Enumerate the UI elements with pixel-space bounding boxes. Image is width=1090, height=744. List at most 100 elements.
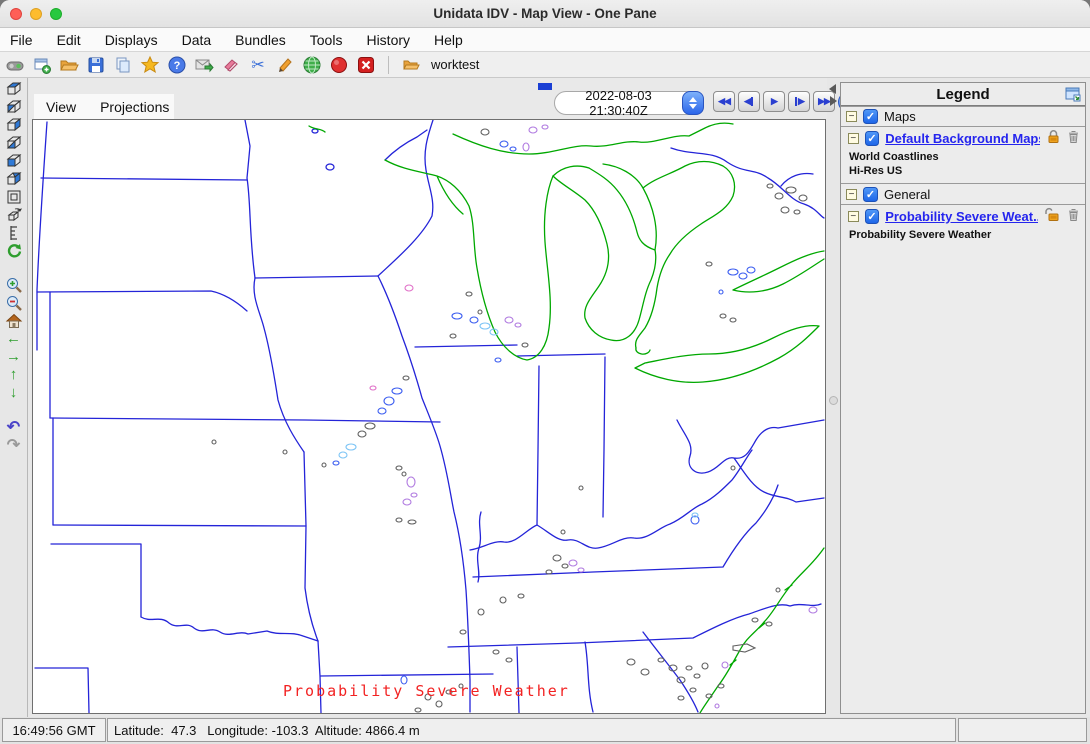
pan-left-icon[interactable]: ←: [4, 330, 24, 348]
pan-down-icon[interactable]: ↓: [4, 384, 24, 402]
menu-help[interactable]: Help: [434, 32, 463, 48]
collapse-maps-icon[interactable]: −: [846, 111, 857, 122]
map-canvas[interactable]: [33, 120, 825, 713]
save-icon[interactable]: [85, 54, 107, 76]
time-value: 2022-08-03 21:30:40Z: [555, 88, 682, 118]
layer-visibility-checkbox[interactable]: ✓: [865, 209, 880, 224]
app-window: Unidata IDV - Map View - One Pane File E…: [0, 0, 1090, 744]
collapse-right-icon[interactable]: [830, 96, 837, 106]
menu-bundles[interactable]: Bundles: [235, 32, 286, 48]
layer-visibility-checkbox[interactable]: ✓: [865, 131, 880, 146]
collapse-layer-icon[interactable]: −: [848, 133, 859, 144]
time-step-up-icon[interactable]: [689, 97, 697, 102]
delete-layer-icon[interactable]: [1067, 207, 1080, 227]
toolbar-separator: [388, 56, 389, 74]
undo-icon[interactable]: ↶: [4, 418, 24, 436]
window-title: Unidata IDV - Map View - One Pane: [0, 6, 1090, 21]
menu-bar: File Edit Displays Data Bundles Tools Hi…: [0, 28, 1090, 52]
play-button[interactable]: ▶: [763, 91, 785, 112]
cut-icon[interactable]: ✂: [247, 54, 269, 76]
sub-layer-label: Hi-Res US: [841, 164, 1085, 178]
maps-visibility-checkbox[interactable]: ✓: [863, 109, 878, 124]
menu-view[interactable]: View: [46, 99, 76, 115]
divider-handle[interactable]: [829, 396, 838, 405]
layer-link[interactable]: Default Background Maps: [885, 131, 1040, 146]
split-pane-divider[interactable]: [827, 78, 840, 717]
parallel-view-icon[interactable]: [4, 188, 24, 206]
pan-up-icon[interactable]: ↑: [4, 366, 24, 384]
display-label: Probability Severe Weather: [283, 682, 570, 700]
support-mail-icon[interactable]: [193, 54, 215, 76]
delete-layer-icon[interactable]: [1067, 129, 1080, 149]
step-back-button[interactable]: ◀: [738, 91, 760, 112]
map-view-menubar: View Projections: [34, 94, 174, 119]
eraser-icon[interactable]: [220, 54, 242, 76]
bundle-name-label[interactable]: worktest: [431, 57, 479, 72]
cube-front-icon[interactable]: [4, 152, 24, 170]
cube-left-icon[interactable]: [4, 98, 24, 116]
sub-layer-label: World Coastlines: [841, 150, 1085, 164]
collapse-general-icon[interactable]: −: [846, 189, 857, 200]
collapse-layer-icon[interactable]: −: [848, 211, 859, 222]
legend-title: Legend: [841, 83, 1085, 103]
menu-data[interactable]: Data: [182, 32, 212, 48]
map-view[interactable]: Probability Severe Weather: [32, 119, 826, 714]
cube-bottom-icon[interactable]: [4, 134, 24, 152]
cube-back-icon[interactable]: [4, 170, 24, 188]
collapse-left-icon[interactable]: [829, 84, 836, 94]
pan-right-icon[interactable]: →: [4, 348, 24, 366]
memory-readout: [958, 718, 1087, 742]
copy-icon[interactable]: [112, 54, 134, 76]
lock-open-icon[interactable]: [1044, 207, 1061, 227]
dashboard-icon[interactable]: [4, 54, 26, 76]
lock-closed-icon[interactable]: [1046, 129, 1061, 149]
menu-projections[interactable]: Projections: [100, 99, 169, 115]
legend-category-general: − ✓ General: [841, 184, 1085, 205]
status-bar: 16:49:56 GMT Latitude: 47.3 Longitude: -…: [0, 717, 1090, 744]
time-step-down-icon[interactable]: [689, 104, 697, 109]
time-stepper[interactable]: [682, 91, 704, 115]
sub-layer-label: Probability Severe Weather: [841, 228, 1085, 242]
layer-row-probability-severe-weather: − ✓ Probability Severe Weat...: [841, 205, 1085, 228]
time-field[interactable]: 2022-08-03 21:30:40Z: [554, 91, 704, 115]
main-toolbar: ? ✂ worktest: [0, 52, 1090, 78]
legend-header: Legend: [841, 83, 1085, 106]
step-forward-button[interactable]: ▶: [788, 91, 810, 112]
menu-edit[interactable]: Edit: [57, 32, 81, 48]
exit-icon[interactable]: [355, 54, 377, 76]
menu-displays[interactable]: Displays: [105, 32, 158, 48]
animation-timeline-indicator[interactable]: [538, 83, 552, 90]
cube-right-icon[interactable]: [4, 116, 24, 134]
layer-link[interactable]: Probability Severe Weat...: [885, 209, 1038, 224]
float-legend-icon[interactable]: [1065, 86, 1081, 107]
favorites-star-icon[interactable]: [139, 54, 161, 76]
legend-category-maps: − ✓ Maps: [841, 106, 1085, 127]
help-icon[interactable]: ?: [166, 54, 188, 76]
open-bundle-icon[interactable]: [58, 54, 80, 76]
rewind-button[interactable]: ◀◀: [713, 91, 735, 112]
edit-pencil-icon[interactable]: [274, 54, 296, 76]
rotate-view-icon[interactable]: [4, 206, 24, 224]
auto-rotate-icon[interactable]: [4, 242, 24, 260]
bundle-folder-icon[interactable]: [400, 54, 422, 76]
layer-row-default-background-maps: − ✓ Default Background Maps: [841, 127, 1085, 150]
map-panel-header: View Projections 2022-08-03 21:30:40Z ◀◀…: [29, 78, 827, 119]
globe-icon[interactable]: [301, 54, 323, 76]
stop-loads-icon[interactable]: [328, 54, 350, 76]
legend-panel: Legend − ✓ Maps − ✓ Default Background M…: [840, 82, 1086, 714]
redo-icon[interactable]: ↷: [4, 436, 24, 454]
menu-tools[interactable]: Tools: [310, 32, 343, 48]
new-window-icon[interactable]: [31, 54, 53, 76]
scale-ruler-icon[interactable]: [4, 224, 24, 242]
cube-top-icon[interactable]: [4, 80, 24, 98]
clock-readout: 16:49:56 GMT: [2, 718, 106, 742]
content-area: ← → ↑ ↓ ↶ ↷ View Projections 2022-08-03 …: [0, 78, 1090, 717]
title-bar: Unidata IDV - Map View - One Pane: [0, 0, 1090, 28]
menu-history[interactable]: History: [366, 32, 410, 48]
zoom-out-icon[interactable]: [4, 294, 24, 312]
viewpoint-toolbar: ← → ↑ ↓ ↶ ↷: [0, 78, 28, 717]
home-view-icon[interactable]: [4, 312, 24, 330]
zoom-in-icon[interactable]: [4, 276, 24, 294]
menu-file[interactable]: File: [10, 32, 33, 48]
general-visibility-checkbox[interactable]: ✓: [863, 187, 878, 202]
